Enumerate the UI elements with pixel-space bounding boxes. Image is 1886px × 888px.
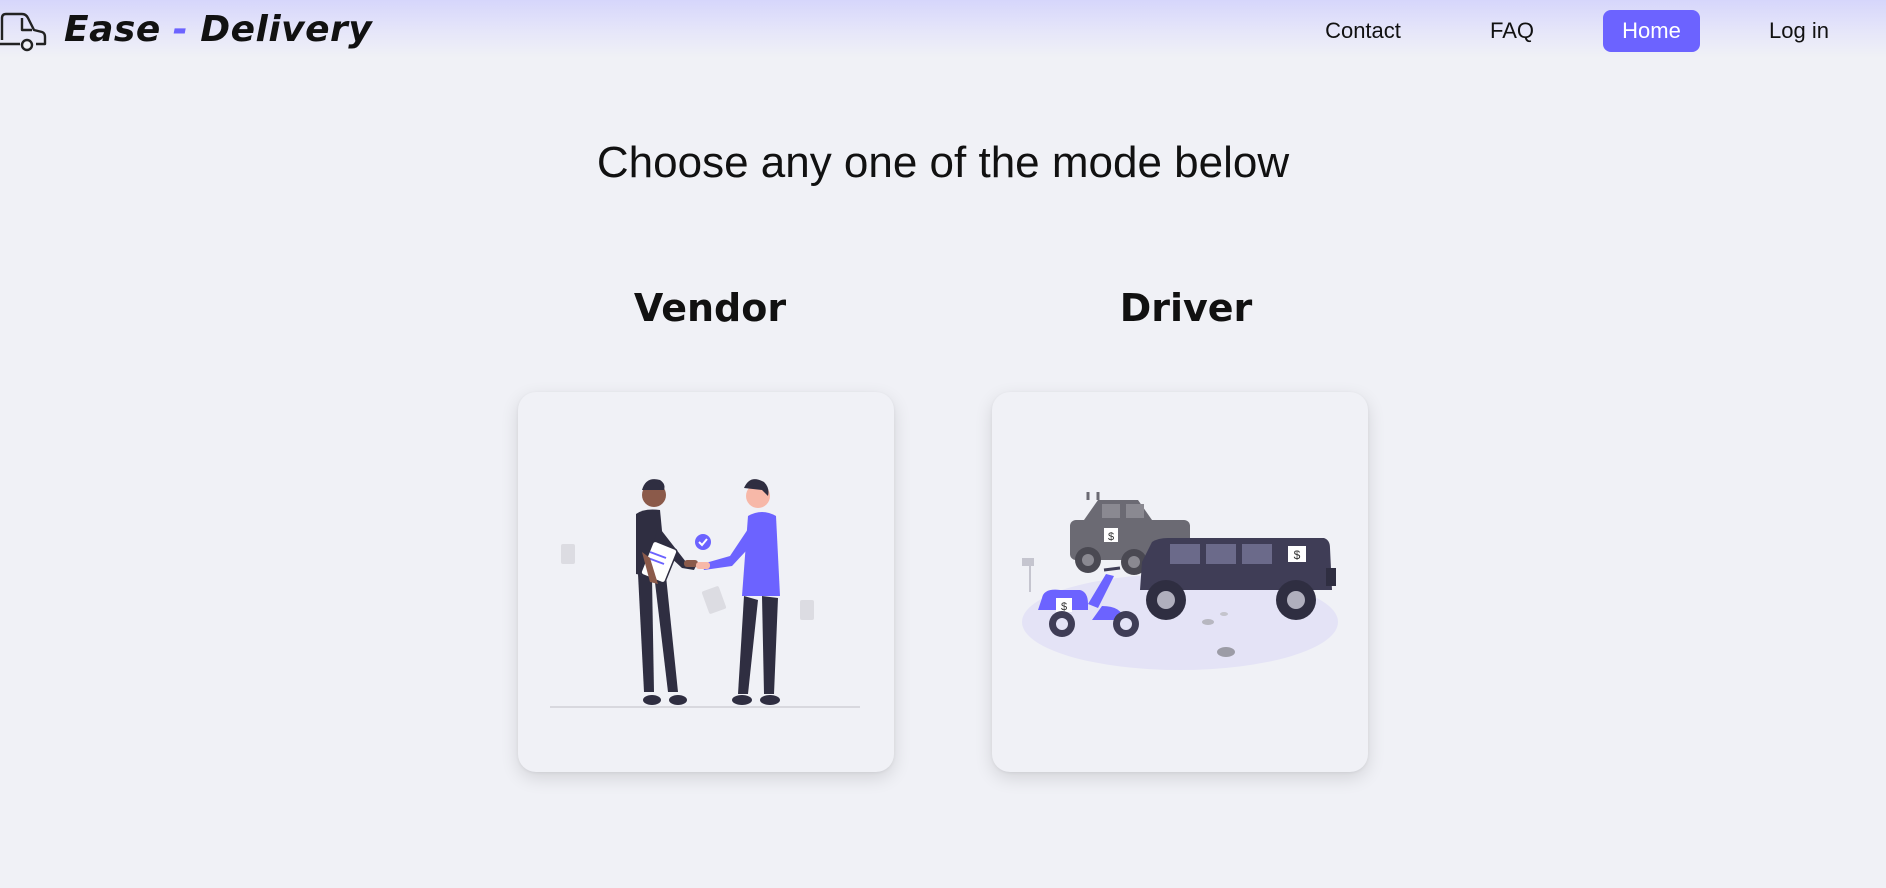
driver-mode-card[interactable]: $ $ $	[992, 392, 1368, 772]
brand-name: Ease - Delivery	[64, 8, 373, 50]
handshake-illustration	[550, 479, 860, 708]
vendor-person	[636, 479, 698, 705]
top-navbar: Ease - Delivery Contact FAQ Home Log in	[0, 0, 1886, 58]
nav-link-faq[interactable]: FAQ	[1480, 10, 1544, 52]
page-title: Choose any one of the mode below	[596, 138, 1290, 187]
nav-link-contact[interactable]: Contact	[1316, 10, 1410, 52]
jeep-price-tag: $	[1108, 531, 1114, 543]
vendor-heading: Vendor	[633, 286, 787, 330]
nav-link-home[interactable]: Home	[1603, 10, 1700, 52]
suv-price-tag: $	[1294, 548, 1301, 562]
nav-link-login[interactable]: Log in	[1760, 10, 1838, 52]
delivery-van-icon	[0, 12, 47, 52]
driver-heading: Driver	[1119, 286, 1253, 330]
vendor-mode-card[interactable]	[518, 392, 894, 772]
brand[interactable]: Ease - Delivery	[0, 4, 372, 54]
vehicles-illustration: $ $ $	[1022, 492, 1338, 670]
